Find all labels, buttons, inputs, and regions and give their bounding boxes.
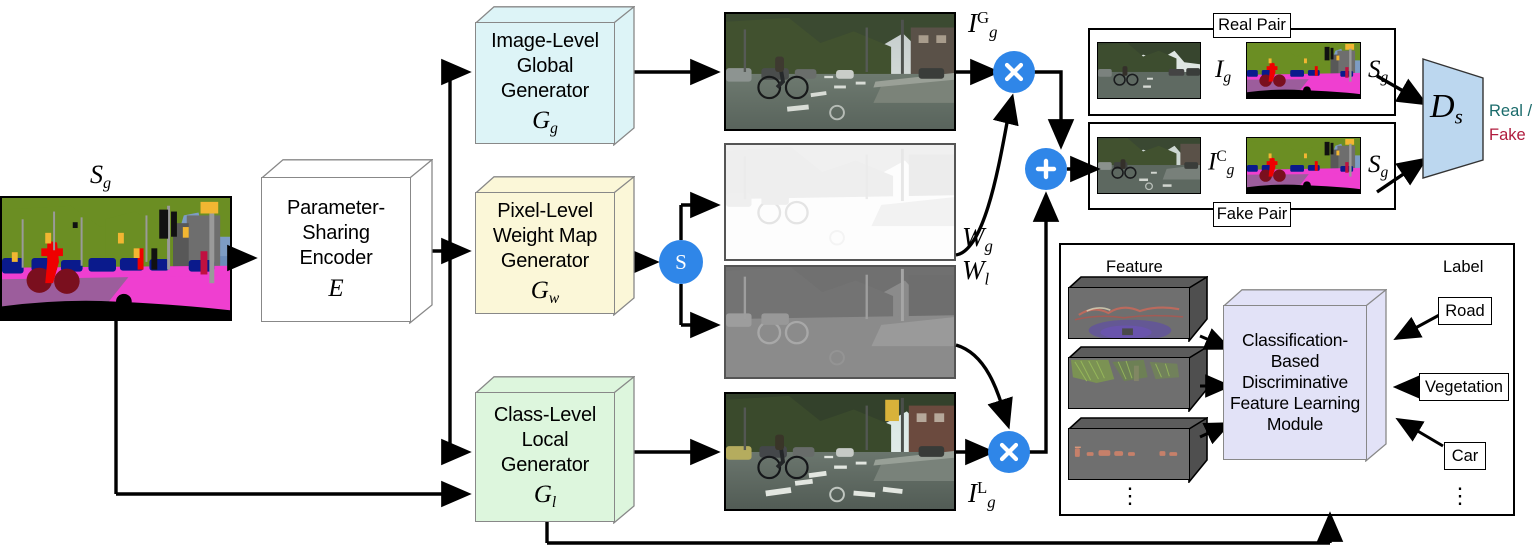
module-line1: Classification- <box>1242 330 1348 350</box>
real-pair-tag: Real Pair <box>1213 13 1291 38</box>
global-generator-line2: Global <box>516 54 574 77</box>
encoder-line2: Sharing <box>302 222 370 244</box>
fake-pair-tag: Fake Pair <box>1213 202 1291 227</box>
module-line2: Based <box>1270 351 1320 371</box>
encoder-symbol: E <box>328 275 344 302</box>
softmax-operator[interactable]: S <box>659 240 703 284</box>
feature-cube-3 <box>1068 417 1208 483</box>
global-generator-symbol: Gg <box>532 106 558 137</box>
feature-cube-1 <box>1068 276 1208 342</box>
classification-feature-module: Classification- Based Discriminative Fea… <box>1223 289 1387 462</box>
sum-operator[interactable] <box>1025 148 1067 190</box>
local-generator-line3: Generator <box>500 453 590 476</box>
module-line3: Discriminative <box>1241 372 1349 392</box>
label-car: Car <box>1444 442 1486 470</box>
local-generator-line2: Local <box>521 428 569 451</box>
encoder-line3: Encoder <box>299 247 373 269</box>
parameter-sharing-encoder: Parameter- Sharing Encoder E <box>261 159 433 324</box>
softmax-glyph: S <box>675 249 687 274</box>
weight-generator-symbol: Gw <box>530 276 560 307</box>
class-level-local-generator: Class-Level Local Generator Gl <box>475 376 635 524</box>
architecture-diagram: Sg Parameter- Sharing Encoder E Image-Le… <box>0 0 1539 552</box>
multiply-icon <box>1004 62 1024 82</box>
weight-generator-line1: Pixel-Level <box>497 199 593 222</box>
pixel-level-weight-map-generator: Pixel-Level Weight Map Generator Gw <box>475 176 635 316</box>
image-level-global-generator: Image-Level Global Generator Gg <box>475 6 635 146</box>
connector-lines <box>114 58 1444 545</box>
global-generator-line1: Image-Level <box>491 29 599 52</box>
module-line4: Feature Learning <box>1229 393 1361 413</box>
encoder-line1: Parameter- <box>286 197 386 219</box>
plus-icon <box>1035 158 1057 180</box>
label-road: Road <box>1438 297 1492 325</box>
multiply-local-operator[interactable] <box>988 431 1030 473</box>
feature-cube-2 <box>1068 346 1208 412</box>
global-generator-line3: Generator <box>500 79 590 102</box>
discriminator-symbol: Ds <box>1430 88 1463 129</box>
module-line5: Module <box>1266 414 1324 434</box>
label-vegetation: Vegetation <box>1419 373 1509 401</box>
weight-generator-line3: Generator <box>500 249 590 272</box>
local-generator-symbol: Gl <box>533 480 557 511</box>
multiply-icon <box>999 442 1019 462</box>
local-generator-line1: Class-Level <box>493 403 597 426</box>
multiply-global-operator[interactable] <box>993 51 1035 93</box>
weight-generator-line2: Weight Map <box>492 224 598 247</box>
